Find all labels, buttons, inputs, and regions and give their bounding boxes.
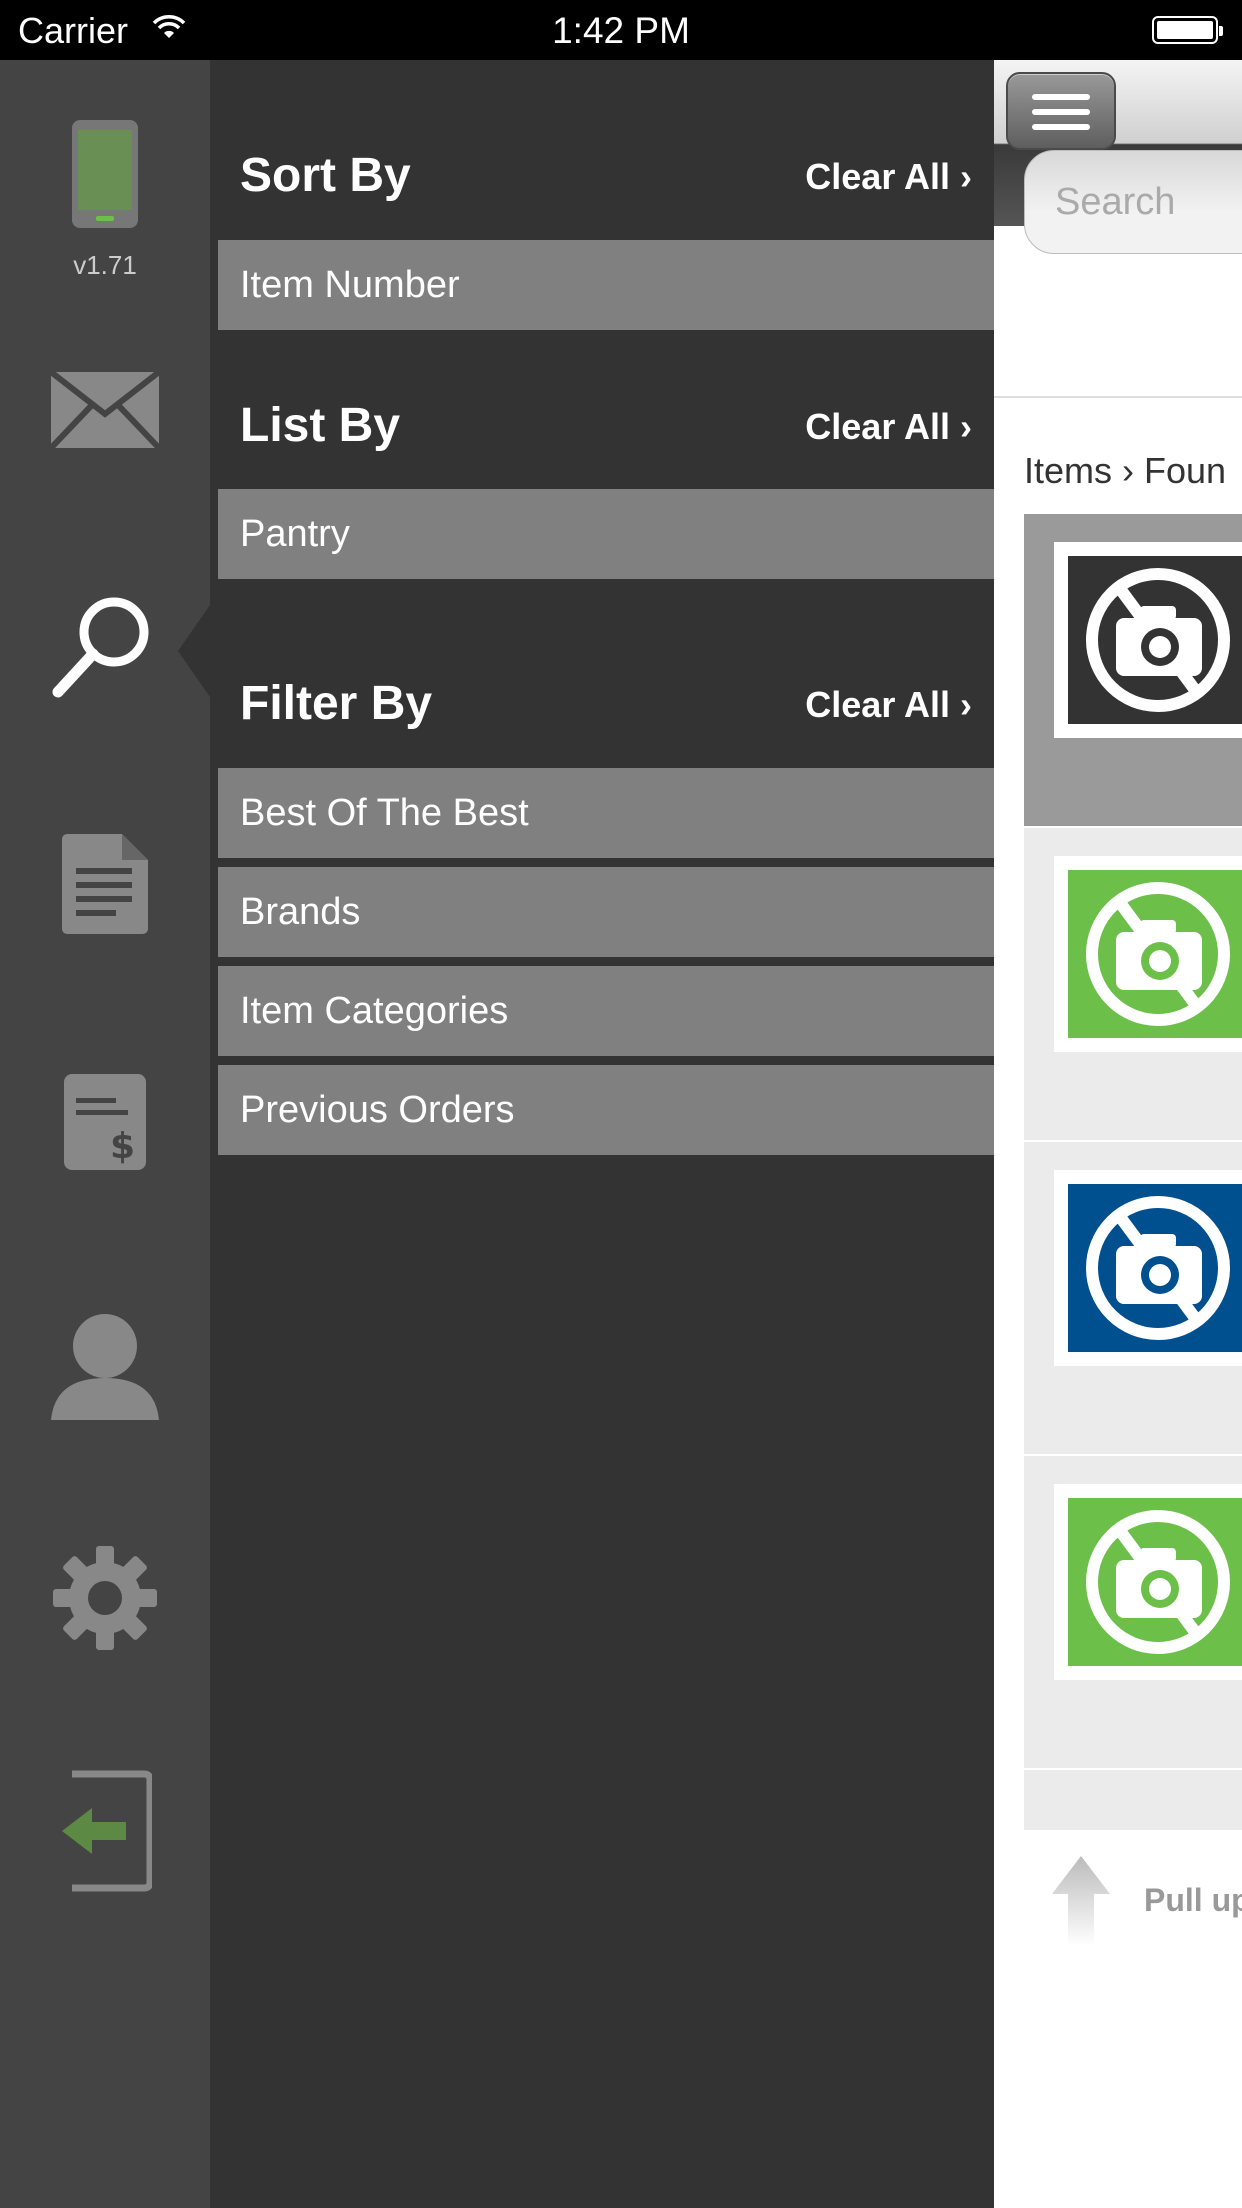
document-icon[interactable] xyxy=(0,832,210,936)
item-thumbnail xyxy=(1054,1484,1242,1680)
no-photo-icon xyxy=(1068,870,1242,1038)
list-option-pantry[interactable]: Pantry xyxy=(218,489,994,579)
filter-option-previous-orders[interactable]: Previous Orders xyxy=(218,1065,994,1155)
main-content: Search Items › Foun Pull up xyxy=(994,60,1242,2208)
list-by-title: List By xyxy=(240,399,401,452)
sort-by-title: Sort By xyxy=(240,149,411,202)
no-photo-glyph xyxy=(1086,1196,1230,1340)
item-thumbnail xyxy=(1054,542,1242,738)
pull-up-label: Pull up xyxy=(1144,1882,1242,1918)
menu-button[interactable] xyxy=(1006,72,1116,150)
mail-icon[interactable] xyxy=(0,370,210,450)
filter-panel: Sort By Clear All › Item Number List By … xyxy=(210,60,994,2208)
results-list xyxy=(1024,514,1242,1830)
clock: 1:42 PM xyxy=(552,10,690,51)
list-item[interactable] xyxy=(1024,1456,1242,1770)
sort-clear-all-button[interactable]: Clear All › xyxy=(805,156,972,198)
no-photo-icon xyxy=(1068,556,1242,724)
breadcrumb: Items › Foun xyxy=(1024,450,1227,491)
list-item[interactable] xyxy=(1024,1142,1242,1456)
no-photo-glyph xyxy=(1086,882,1230,1026)
filter-by-title: Filter By xyxy=(240,677,433,730)
filter-option-item-categories[interactable]: Item Categories xyxy=(218,966,994,1056)
user-icon[interactable] xyxy=(0,1312,210,1422)
sort-option-item-number[interactable]: Item Number xyxy=(218,240,994,330)
search-input[interactable]: Search xyxy=(1024,150,1242,254)
nav-rail: v1.71 $ xyxy=(0,60,210,2208)
item-thumbnail xyxy=(1054,1170,1242,1366)
gear-icon[interactable] xyxy=(0,1544,210,1652)
battery-icon xyxy=(1152,16,1223,44)
svg-text:$: $ xyxy=(110,1126,135,1167)
status-bar: Carrier 1:42 PM xyxy=(0,0,1242,60)
pull-to-refresh: Pull up xyxy=(994,1830,1242,1970)
selection-indicator xyxy=(178,605,210,697)
filter-by-header: Filter By Clear All › xyxy=(210,676,994,736)
sort-by-header: Sort By Clear All › xyxy=(210,148,994,208)
no-photo-glyph xyxy=(1086,568,1230,712)
logout-icon[interactable] xyxy=(0,1770,210,1892)
item-thumbnail xyxy=(1054,856,1242,1052)
filter-option-best-of-the-best[interactable]: Best Of The Best xyxy=(218,768,994,858)
no-photo-icon xyxy=(1068,1498,1242,1666)
no-photo-glyph xyxy=(1086,1510,1230,1654)
invoice-icon[interactable]: $ xyxy=(0,1072,210,1172)
device-icon[interactable] xyxy=(0,118,210,230)
app-version: v1.71 xyxy=(73,250,137,280)
filter-option-brands[interactable]: Brands xyxy=(218,867,994,957)
no-photo-icon xyxy=(1068,1184,1242,1352)
list-item[interactable] xyxy=(1024,828,1242,1142)
list-by-header: List By Clear All › xyxy=(210,398,994,458)
list-clear-all-button[interactable]: Clear All › xyxy=(805,406,972,448)
arrow-up-icon xyxy=(1052,1856,1110,1946)
list-item[interactable] xyxy=(1024,514,1242,828)
filter-clear-all-button[interactable]: Clear All › xyxy=(805,684,972,726)
